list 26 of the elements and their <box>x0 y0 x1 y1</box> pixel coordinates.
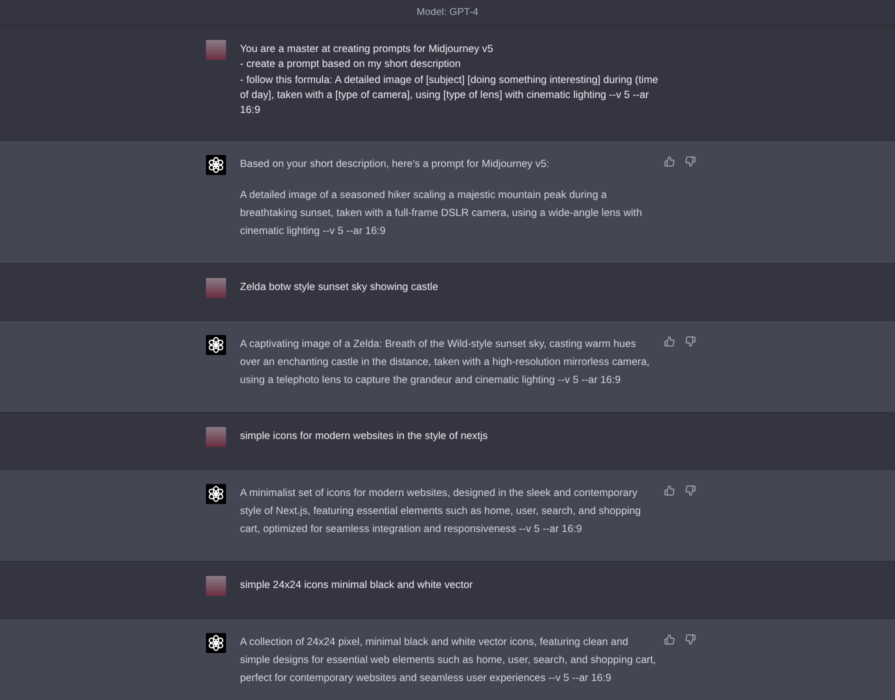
message-text: Zelda botw style sunset sky showing castle <box>240 281 440 296</box>
avatar-photo <box>206 40 226 60</box>
avatar-photo <box>206 576 226 596</box>
message-text: You are a master at creating prompts for Midjourney v5 - create a prompt based on my short description - follow this formula: A detailed image of [subject] [doing something interesting] during (time of day], taken with a [type of camera], using [type of lens] with cinematic lighting --v 5 --ar 16:9 <box>240 43 660 118</box>
logo-icon <box>206 633 226 654</box>
logo-icon <box>206 484 226 504</box>
message-text: A collection of 24x24 pixel, minimal black and white vector icons, featuring clean and simple designs for essential web elements such as home, user, search, and shopping cart, perfect for contemporary websites and seamless user experiences --v 5 --ar 16:9 <box>240 636 657 686</box>
message-text: A detailed image of a seasoned hiker scaling a majestic mountain peak during a breathtaking sunset, taken with a full-frame DSLR camera, using a wide-angle lens with cinematic lighting --v 5 --ar 16:9 <box>240 189 643 240</box>
message-text: simple icons for modern websites in the style of nextjs <box>240 430 489 444</box>
thumbs-down-icon[interactable] <box>685 485 696 496</box>
thumbs-down-icon[interactable] <box>685 634 696 646</box>
thumbs-up-icon[interactable] <box>664 156 675 168</box>
message-text: A captivating image of a Zelda: Breath of the Wild-style sunset sky, casting warm hues over an enchanting castle in the distance, taken with a high-resolution mirrorless camera, using a telephoto lens to capture the grandeur and cinematic lighting --v 5 --ar 16:9 <box>240 338 650 388</box>
model-label: Model: GPT-4 <box>416 7 478 18</box>
logo-icon <box>206 335 226 356</box>
avatar-photo <box>206 427 226 448</box>
thumbs-down-icon[interactable] <box>685 336 696 348</box>
thumbs-up-icon[interactable] <box>664 336 675 348</box>
logo-icon <box>206 155 226 176</box>
thumbs-up-icon[interactable] <box>664 485 675 496</box>
thumbs-down-icon[interactable] <box>685 156 696 168</box>
message-text: A minimalist set of icons for modern websites, designed in the sleek and contemporary style of Next.js, featuring essential elements such as home, user, search, and shopping cart, optimized for seamless integration and responsiveness --v 5 --ar 16:9 <box>240 487 642 538</box>
message-text: simple 24x24 icons minimal black and white vector <box>240 579 474 594</box>
thumbs-up-icon[interactable] <box>664 634 675 646</box>
message-text: Based on your short description, here's a prompt for Midjourney v5: <box>240 158 550 172</box>
avatar-photo <box>206 278 226 298</box>
